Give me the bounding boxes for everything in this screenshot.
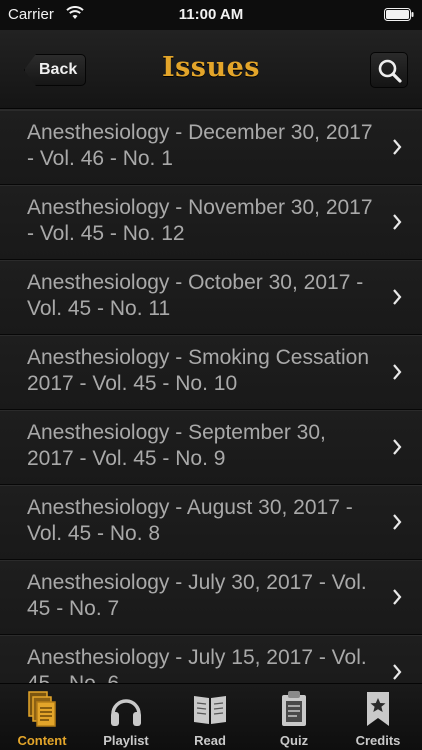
issue-list: Anesthesiology - December 30, 2017 - Vol…	[0, 110, 422, 683]
chevron-right-icon	[393, 589, 402, 605]
issue-row[interactable]: Anesthesiology - August 30, 2017 - Vol. …	[0, 485, 422, 560]
issue-row[interactable]: Anesthesiology - September 30, 2017 - Vo…	[0, 410, 422, 485]
book-icon	[194, 696, 226, 724]
issue-title: Anesthesiology - November 30, 2017 - Vol…	[27, 196, 373, 245]
tab-label: Read	[194, 733, 226, 748]
search-button[interactable]	[370, 52, 408, 88]
battery-icon	[384, 8, 414, 21]
chevron-right-icon	[393, 514, 402, 530]
issue-row[interactable]: Anesthesiology - December 30, 2017 - Vol…	[0, 110, 422, 185]
tab-label: Quiz	[279, 733, 309, 748]
issue-row[interactable]: Anesthesiology - July 15, 2017 - Vol. 45…	[0, 635, 422, 683]
content-icon	[28, 691, 56, 727]
tab-content[interactable]: Content	[0, 684, 84, 750]
page-title: Issues	[161, 52, 261, 83]
tab-label: Playlist	[103, 733, 149, 748]
issue-title: Anesthesiology - August 30, 2017 - Vol. …	[27, 496, 353, 545]
issue-row[interactable]: Anesthesiology - Smoking Cessation 2017 …	[0, 335, 422, 410]
navigation-bar: Back Issues	[0, 30, 422, 109]
issue-title: Anesthesiology - July 30, 2017 - Vol. 45…	[27, 571, 367, 620]
issue-row[interactable]: Anesthesiology - July 30, 2017 - Vol. 45…	[0, 560, 422, 635]
issue-row[interactable]: Anesthesiology - November 30, 2017 - Vol…	[0, 185, 422, 260]
tab-bar: Content Playlist Read Quiz Credits	[0, 683, 422, 750]
status-time: 11:00 AM	[178, 6, 244, 23]
tab-playlist[interactable]: Playlist	[84, 684, 168, 750]
chevron-right-icon	[393, 364, 402, 380]
headphones-icon	[111, 699, 141, 726]
bookmark-icon	[367, 692, 389, 726]
issue-title: Anesthesiology - July 15, 2017 - Vol. 45…	[27, 646, 367, 683]
issue-title: Anesthesiology - October 30, 2017 - Vol.…	[27, 271, 364, 320]
tab-credits[interactable]: Credits	[336, 684, 420, 750]
chevron-right-icon	[393, 664, 402, 680]
issue-title: Anesthesiology - Smoking Cessation 2017 …	[27, 346, 370, 395]
chevron-right-icon	[393, 439, 402, 455]
chevron-right-icon	[393, 214, 402, 230]
issue-title: Anesthesiology - September 30, 2017 - Vo…	[27, 421, 326, 470]
tab-quiz[interactable]: Quiz	[252, 684, 336, 750]
status-bar: Carrier 11:00 AM	[0, 0, 422, 30]
issue-title: Anesthesiology - December 30, 2017 - Vol…	[27, 121, 373, 170]
issue-row[interactable]: Anesthesiology - October 30, 2017 - Vol.…	[0, 260, 422, 335]
tab-label: Credits	[355, 733, 401, 748]
clipboard-icon	[282, 691, 306, 726]
chevron-right-icon	[393, 139, 402, 155]
tab-label: Content	[17, 733, 67, 748]
chevron-right-icon	[393, 289, 402, 305]
tab-read[interactable]: Read	[168, 684, 252, 750]
app-screen: Carrier 11:00 AM Back Issues Anesthesiol…	[0, 0, 422, 750]
search-icon	[378, 59, 402, 83]
